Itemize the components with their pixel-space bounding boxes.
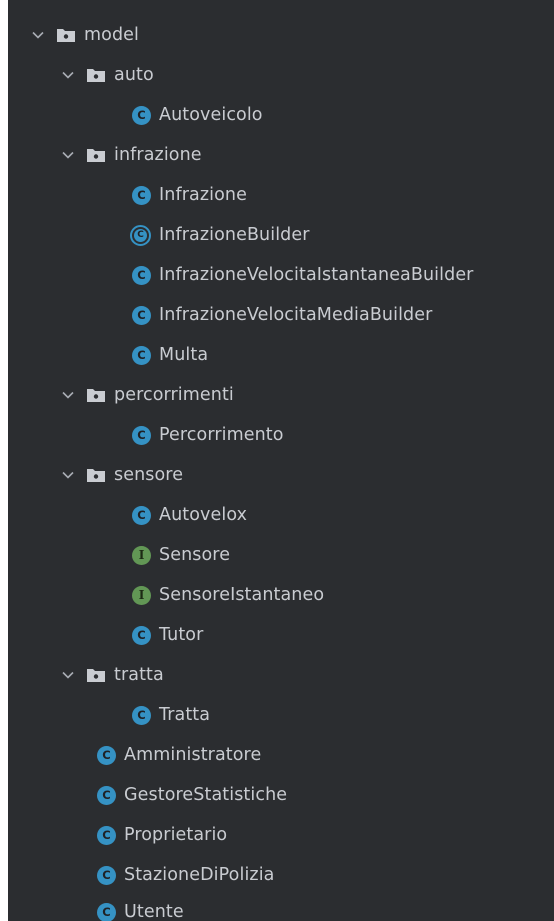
tree-item-label: Proprietario [124,825,228,845]
tree-item-abstract-class[interactable]: C InfrazioneBuilder [8,215,554,255]
tree-item-label: Multa [159,345,209,365]
tree-item-label: Utente [124,902,184,921]
tree-item-interface[interactable]: I Sensore [8,535,554,575]
tree-item-label: InfrazioneBuilder [159,225,310,245]
class-icon: C [132,625,151,645]
chevron-down-icon[interactable] [60,147,76,163]
package-folder-icon [86,667,106,683]
tree-folder-label: tratta [114,665,164,685]
class-icon: C [132,425,151,445]
tree-item-label: GestoreStatistiche [124,785,288,805]
tree-item-label: Tutor [159,625,204,645]
interface-icon: I [132,545,151,565]
tree-item-label: InfrazioneVelocitaIstantaneaBuilder [159,265,474,285]
tree-folder-sensore[interactable]: sensore [8,455,554,495]
tree-item-interface[interactable]: I SensoreIstantaneo [8,575,554,615]
tree-item-label: Amministratore [124,745,262,765]
class-icon: C [132,705,151,725]
tree-item-label: Autovelox [159,505,248,525]
tree-item-class[interactable]: C Proprietario [8,815,554,855]
class-icon: C [132,265,151,285]
tree-folder-label: auto [114,65,154,85]
chevron-down-icon[interactable] [60,387,76,403]
tree-item-class[interactable]: C Tutor [8,615,554,655]
tree-item-class[interactable]: C Infrazione [8,175,554,215]
tree-item-label: Percorrimento [159,425,284,445]
class-icon: C [132,305,151,325]
tree-folder-label: percorrimenti [114,385,234,405]
package-folder-icon [86,147,106,163]
tree-folder-tratta[interactable]: tratta [8,655,554,695]
abstract-class-icon: C [130,224,151,246]
tree-item-label: Sensore [159,545,231,565]
tree-folder-model[interactable]: model [8,15,554,55]
abstract-class-letter: C [134,228,147,242]
tree-item-class[interactable]: C GestoreStatistiche [8,775,554,815]
tree-folder-label: sensore [114,465,184,485]
class-icon: C [97,865,116,885]
tree-item-class[interactable]: C Autovelox [8,495,554,535]
class-icon: C [132,105,151,125]
class-icon: C [97,785,116,805]
tree-item-class[interactable]: C Tratta [8,695,554,735]
package-folder-icon [86,387,106,403]
class-icon: C [132,505,151,525]
chevron-down-icon[interactable] [30,27,46,43]
interface-icon: I [132,585,151,605]
package-folder-icon [86,467,106,483]
tree-item-label: Infrazione [159,185,247,205]
tree-folder-percorrimenti[interactable]: percorrimenti [8,375,554,415]
class-icon: C [97,902,116,921]
tree-item-class[interactable]: C StazioneDiPolizia [8,855,554,895]
class-icon: C [132,185,151,205]
tree-folder-auto[interactable]: auto [8,55,554,95]
project-tree-panel: model auto C Autoveicolo infrazione C In… [8,0,554,921]
tree-item-class[interactable]: C Percorrimento [8,415,554,455]
package-folder-icon [86,67,106,83]
chevron-down-icon[interactable] [60,667,76,683]
tree-item-label: Tratta [159,705,211,725]
tree-folder-infrazione[interactable]: infrazione [8,135,554,175]
tree-item-class[interactable]: C Amministratore [8,735,554,775]
tree-folder-label: model [84,25,139,45]
chevron-down-icon[interactable] [60,67,76,83]
tree-item-label: InfrazioneVelocitaMediaBuilder [159,305,433,325]
tree-item-class[interactable]: C InfrazioneVelocitaMediaBuilder [8,295,554,335]
class-icon: C [97,745,116,765]
chevron-down-icon[interactable] [60,467,76,483]
tree-item-class[interactable]: C Utente [8,892,554,921]
tree-item-class[interactable]: C Autoveicolo [8,95,554,135]
package-folder-icon [56,27,76,43]
tree-item-class[interactable]: C Multa [8,335,554,375]
tree-folder-label: infrazione [114,145,202,165]
tree-item-label: SensoreIstantaneo [159,585,325,605]
class-icon: C [97,825,116,845]
class-icon: C [132,345,151,365]
tree-item-label: StazioneDiPolizia [124,865,275,885]
tree-item-class[interactable]: C InfrazioneVelocitaIstantaneaBuilder [8,255,554,295]
tree-item-label: Autoveicolo [159,105,263,125]
